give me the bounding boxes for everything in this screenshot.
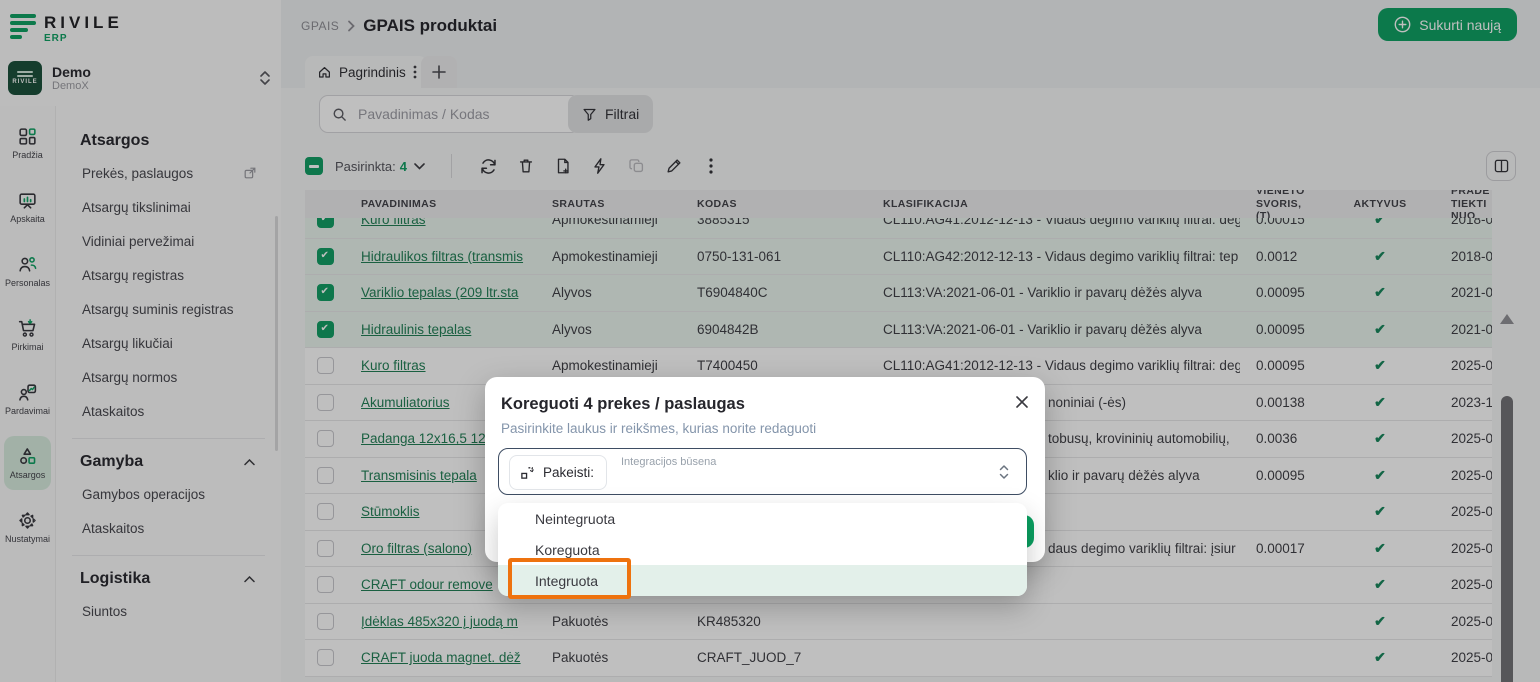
replace-icon bbox=[520, 465, 535, 480]
modal-title: Koreguoti 4 prekes / paslaugas bbox=[501, 395, 1025, 414]
field-floating-label: Integracijos būsena bbox=[621, 456, 716, 468]
close-icon[interactable] bbox=[1015, 395, 1029, 409]
change-chip-label: Pakeisti: bbox=[543, 465, 594, 480]
select-chevrons-icon bbox=[998, 462, 1010, 482]
change-chip[interactable]: Pakeisti: bbox=[509, 455, 607, 490]
dropdown-option-koreguota[interactable]: Koreguota bbox=[498, 534, 1027, 565]
dropdown-option-neintegruota[interactable]: Neintegruota bbox=[498, 503, 1027, 534]
modal-subtitle: Pasirinkite laukus ir reikšmes, kurias n… bbox=[501, 421, 1025, 436]
dropdown-option-integruota[interactable]: Integruota bbox=[498, 565, 1027, 596]
app-screen: RIVILE ERP RIVILE Demo DemoX PradžiaApsk… bbox=[0, 0, 1540, 682]
field-select[interactable]: Pakeisti: Integracijos būsena bbox=[498, 448, 1027, 495]
integration-status-dropdown: NeintegruotaKoreguotaIntegruota bbox=[498, 503, 1027, 596]
